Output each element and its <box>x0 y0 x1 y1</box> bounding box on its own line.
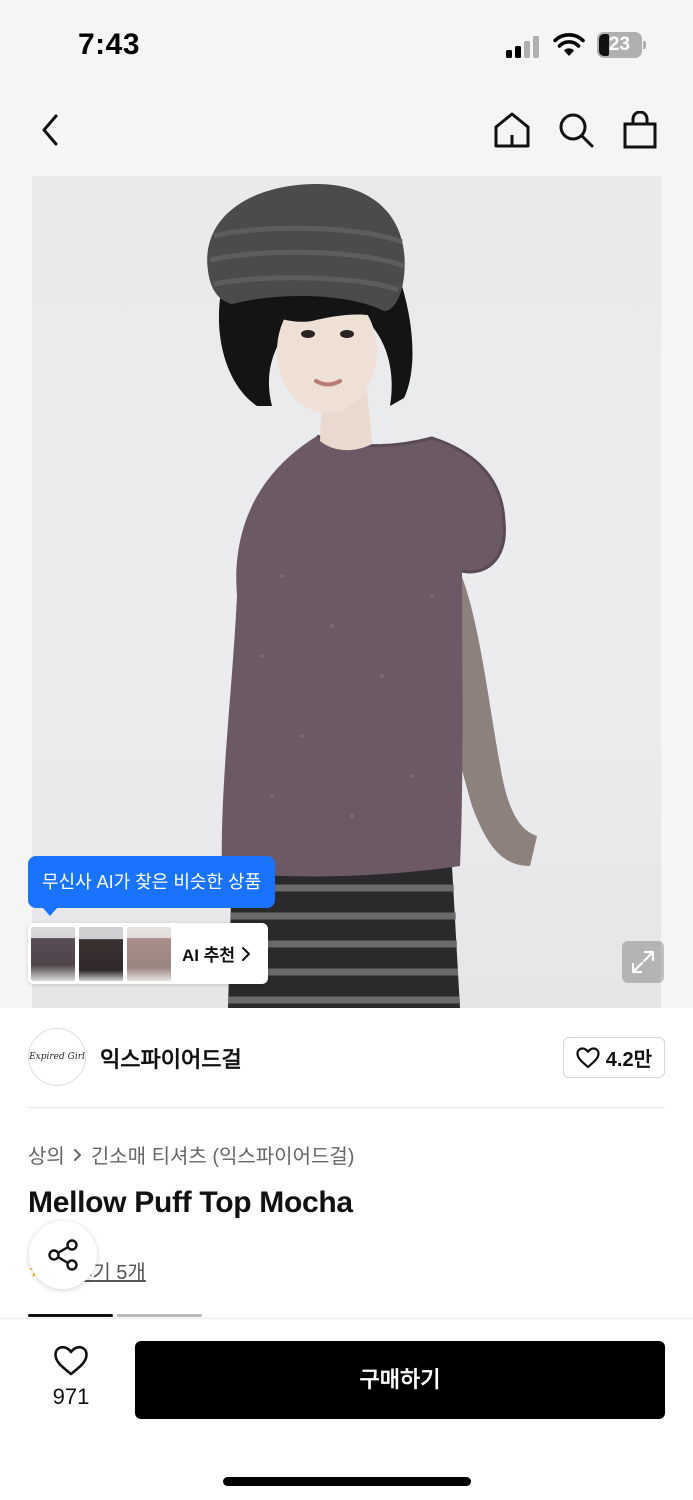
brand-like-count: 4.2만 <box>605 1049 652 1071</box>
share-icon <box>48 1239 78 1271</box>
top-navigation <box>0 92 693 176</box>
breadcrumb-category[interactable]: 상의 <box>28 1140 65 1169</box>
brand-name[interactable]: 익스파이어드걸 <box>100 1042 242 1074</box>
ai-thumb-3 <box>127 926 171 981</box>
bottom-purchase-bar: 971 구매하기 <box>0 1318 693 1500</box>
wishlist-count: 971 <box>52 1384 90 1409</box>
chevron-right-icon <box>73 1148 81 1161</box>
wifi-icon <box>553 33 585 56</box>
share-button[interactable] <box>29 1221 97 1289</box>
home-icon <box>494 112 530 148</box>
home-indicator <box>223 1477 471 1486</box>
product-image-section: 무신사 AI가 찾은 비슷한 상품 AI 추천 <box>0 176 693 1008</box>
search-button[interactable] <box>554 108 598 152</box>
expand-image-button[interactable] <box>622 941 664 983</box>
ai-recommend-label: AI 추천 <box>182 946 236 965</box>
battery-level: 23 <box>608 34 631 55</box>
chevron-right-icon <box>242 946 251 961</box>
wishlist-button[interactable]: 971 <box>40 1345 102 1410</box>
expand-icon <box>631 950 655 974</box>
brand-logo-text: Expired Girl <box>29 1052 85 1062</box>
ai-similar-tooltip[interactable]: 무신사 AI가 찾은 비슷한 상품 <box>28 856 276 916</box>
ai-thumb-1 <box>31 926 75 981</box>
shopping-bag-icon <box>623 111 657 149</box>
color-option-selected[interactable] <box>28 1314 113 1317</box>
brand-logo[interactable]: Expired Girl <box>28 1028 86 1086</box>
back-button[interactable] <box>28 108 72 152</box>
home-button[interactable] <box>490 108 534 152</box>
ai-thumb-2 <box>79 926 123 981</box>
heart-icon <box>576 1046 600 1068</box>
brand-like-button[interactable]: 4.2만 <box>562 1037 665 1078</box>
brand-row: Expired Girl 익스파이어드걸 4.2만 <box>28 1028 665 1086</box>
status-time: 7:43 <box>78 28 141 61</box>
cart-button[interactable] <box>618 108 662 152</box>
breadcrumb-subcategory[interactable]: 긴소매 티셔츠 (익스파이어드걸) <box>91 1140 355 1169</box>
battery-icon: 23 <box>597 32 647 58</box>
divider <box>28 1107 665 1108</box>
breadcrumb: 상의 긴소매 티셔츠 (익스파이어드걸) <box>28 1140 354 1169</box>
chevron-left-icon <box>42 114 58 146</box>
cellular-signal-icon <box>506 34 542 58</box>
ai-recommend-card[interactable]: AI 추천 <box>28 923 268 984</box>
color-option[interactable] <box>117 1314 202 1317</box>
status-bar: 7:43 23 <box>0 0 693 92</box>
buy-button[interactable]: 구매하기 <box>135 1341 665 1419</box>
ai-tooltip-text: 무신사 AI가 찾은 비슷한 상품 <box>42 872 262 892</box>
search-icon <box>559 113 594 148</box>
heart-icon <box>54 1345 88 1376</box>
product-title: Mellow Puff Top Mocha <box>28 1186 353 1219</box>
